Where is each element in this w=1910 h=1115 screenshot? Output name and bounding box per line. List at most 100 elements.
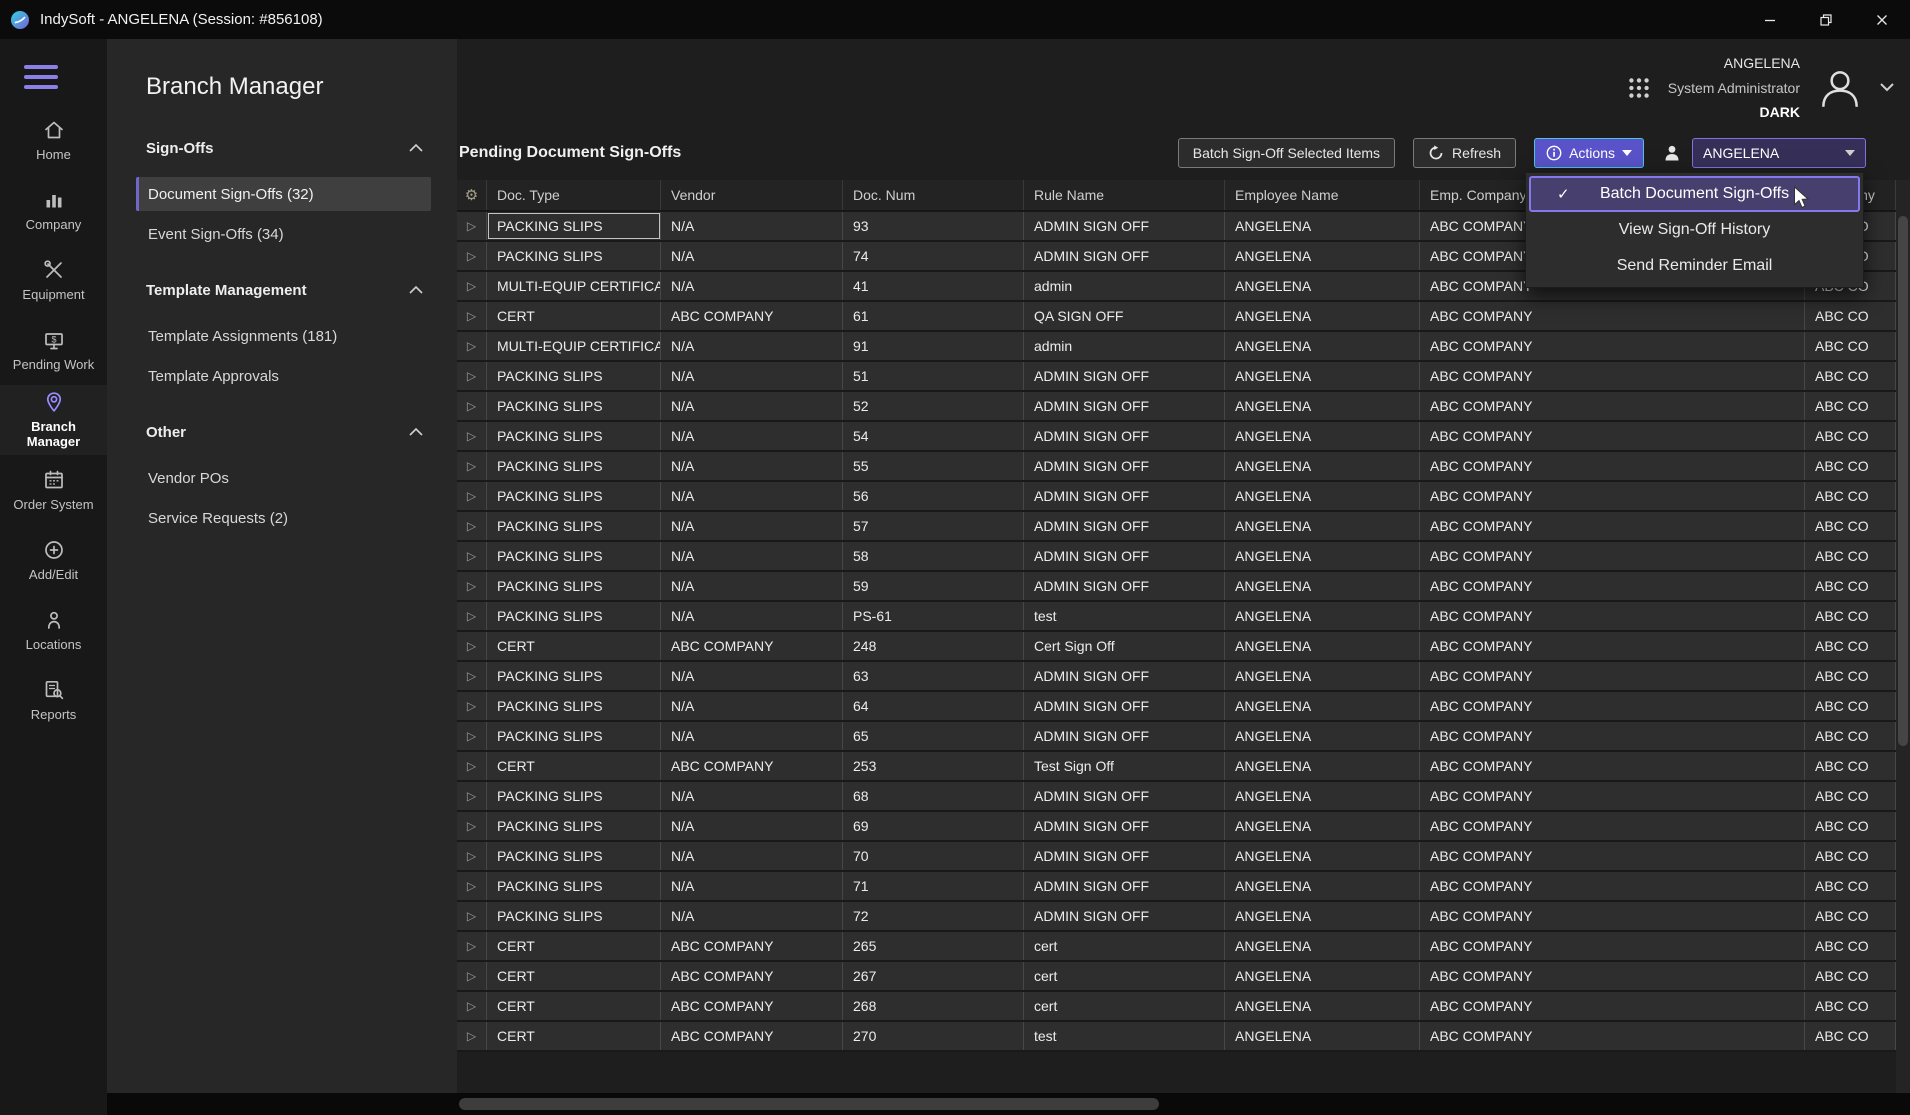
nav-item-event-sign-offs-34[interactable]: Event Sign-Offs (34) [136,217,431,251]
cell-rule-name[interactable]: ADMIN SIGN OFF [1024,722,1225,750]
cell-doc-type[interactable]: PACKING SLIPS [487,242,661,270]
cell-rule-name[interactable]: ADMIN SIGN OFF [1024,782,1225,810]
batch-signoff-button[interactable]: Batch Sign-Off Selected Items [1178,138,1395,168]
cell-doc-type[interactable]: PACKING SLIPS [487,872,661,900]
cell-doc-num[interactable]: 68 [843,782,1024,810]
cell-doc-num[interactable]: 74 [843,242,1024,270]
sidebar-item-reports[interactable]: Reports [0,665,107,735]
restore-button[interactable] [1798,0,1854,39]
cell-vendor[interactable]: N/A [661,392,843,420]
table-row[interactable]: ▷PACKING SLIPSN/A56ADMIN SIGN OFFANGELEN… [457,482,1896,512]
cell-doc-num[interactable]: 58 [843,542,1024,570]
cell-rule-name[interactable]: Test Sign Off [1024,752,1225,780]
cell-vendor[interactable]: N/A [661,602,843,630]
cell-company[interactable]: ABC CO [1805,962,1896,990]
cell-company[interactable]: ABC CO [1805,752,1896,780]
expand-row-icon[interactable]: ▷ [457,872,487,900]
cell-emp-company[interactable]: ABC COMPANY [1420,842,1805,870]
cell-vendor[interactable]: N/A [661,422,843,450]
expand-row-icon[interactable]: ▷ [457,842,487,870]
cell-vendor[interactable]: N/A [661,332,843,360]
column-header-doc-type[interactable]: Doc. Type [487,180,661,210]
cell-employee-name[interactable]: ANGELENA [1225,962,1420,990]
expand-row-icon[interactable]: ▷ [457,812,487,840]
cell-emp-company[interactable]: ABC COMPANY [1420,452,1805,480]
cell-doc-num[interactable]: 64 [843,692,1024,720]
cell-emp-company[interactable]: ABC COMPANY [1420,542,1805,570]
sidebar-item-order-system[interactable]: Order System [0,455,107,525]
cell-doc-type[interactable]: PACKING SLIPS [487,362,661,390]
nav-section-header-sign-offs[interactable]: Sign-Offs [107,135,457,161]
cell-company[interactable]: ABC CO [1805,692,1896,720]
cell-emp-company[interactable]: ABC COMPANY [1420,752,1805,780]
cell-rule-name[interactable]: ADMIN SIGN OFF [1024,812,1225,840]
cell-employee-name[interactable]: ANGELENA [1225,1022,1420,1050]
cell-doc-type[interactable]: PACKING SLIPS [487,512,661,540]
cell-rule-name[interactable]: ADMIN SIGN OFF [1024,572,1225,600]
cell-doc-type[interactable]: PACKING SLIPS [487,542,661,570]
cell-rule-name[interactable]: cert [1024,932,1225,960]
cell-company[interactable]: ABC CO [1805,902,1896,930]
cell-doc-num[interactable]: 72 [843,902,1024,930]
cell-vendor[interactable]: ABC COMPANY [661,962,843,990]
cell-doc-num[interactable]: 52 [843,392,1024,420]
cell-employee-name[interactable]: ANGELENA [1225,602,1420,630]
table-row[interactable]: ▷PACKING SLIPSN/A65ADMIN SIGN OFFANGELEN… [457,722,1896,752]
table-row[interactable]: ▷CERTABC COMPANY248Cert Sign OffANGELENA… [457,632,1896,662]
cell-employee-name[interactable]: ANGELENA [1225,722,1420,750]
cell-employee-name[interactable]: ANGELENA [1225,392,1420,420]
cell-vendor[interactable]: ABC COMPANY [661,1022,843,1050]
apps-grid-icon[interactable] [1626,75,1652,101]
cell-emp-company[interactable]: ABC COMPANY [1420,902,1805,930]
horizontal-scrollbar[interactable] [107,1093,1910,1115]
cell-rule-name[interactable]: ADMIN SIGN OFF [1024,662,1225,690]
cell-rule-name[interactable]: ADMIN SIGN OFF [1024,842,1225,870]
cell-employee-name[interactable]: ANGELENA [1225,542,1420,570]
actions-button[interactable]: Actions [1534,138,1644,168]
cell-emp-company[interactable]: ABC COMPANY [1420,392,1805,420]
expand-row-icon[interactable]: ▷ [457,332,487,360]
minimize-button[interactable] [1742,0,1798,39]
chevron-up-icon[interactable] [409,428,423,436]
cell-doc-num[interactable]: 265 [843,932,1024,960]
cell-employee-name[interactable]: ANGELENA [1225,332,1420,360]
cell-employee-name[interactable]: ANGELENA [1225,812,1420,840]
table-row[interactable]: ▷CERTABC COMPANY265certANGELENAABC COMPA… [457,932,1896,962]
expand-row-icon[interactable]: ▷ [457,722,487,750]
expand-row-icon[interactable]: ▷ [457,212,487,240]
expand-row-icon[interactable]: ▷ [457,422,487,450]
cell-doc-type[interactable]: PACKING SLIPS [487,392,661,420]
cell-doc-type[interactable]: MULTI-EQUIP CERTIFICA [487,272,661,300]
cell-company[interactable]: ABC CO [1805,362,1896,390]
cell-company[interactable]: ABC CO [1805,572,1896,600]
cell-rule-name[interactable]: ADMIN SIGN OFF [1024,242,1225,270]
table-row[interactable]: ▷PACKING SLIPSN/A54ADMIN SIGN OFFANGELEN… [457,422,1896,452]
cell-emp-company[interactable]: ABC COMPANY [1420,482,1805,510]
cell-rule-name[interactable]: ADMIN SIGN OFF [1024,692,1225,720]
cell-emp-company[interactable]: ABC COMPANY [1420,992,1805,1020]
table-row[interactable]: ▷PACKING SLIPSN/A63ADMIN SIGN OFFANGELEN… [457,662,1896,692]
table-row[interactable]: ▷CERTABC COMPANY268certANGELENAABC COMPA… [457,992,1896,1022]
column-header-doc-num[interactable]: Doc. Num [843,180,1024,210]
cell-doc-type[interactable]: CERT [487,632,661,660]
sidebar-item-home[interactable]: Home [0,105,107,175]
table-row[interactable]: ▷MULTI-EQUIP CERTIFICAN/A91adminANGELENA… [457,332,1896,362]
cell-vendor[interactable]: N/A [661,452,843,480]
cell-doc-num[interactable]: 41 [843,272,1024,300]
cell-rule-name[interactable]: cert [1024,992,1225,1020]
cell-employee-name[interactable]: ANGELENA [1225,512,1420,540]
cell-emp-company[interactable]: ABC COMPANY [1420,872,1805,900]
cell-emp-company[interactable]: ABC COMPANY [1420,932,1805,960]
expand-row-icon[interactable]: ▷ [457,1022,487,1050]
chevron-down-icon[interactable] [1880,83,1894,92]
column-header-rule-name[interactable]: Rule Name [1024,180,1225,210]
cell-vendor[interactable]: N/A [661,242,843,270]
cell-vendor[interactable]: N/A [661,692,843,720]
nav-item-template-approvals[interactable]: Template Approvals [136,359,431,393]
expand-row-icon[interactable]: ▷ [457,992,487,1020]
cell-doc-type[interactable]: PACKING SLIPS [487,812,661,840]
cell-doc-num[interactable]: 55 [843,452,1024,480]
cell-emp-company[interactable]: ABC COMPANY [1420,302,1805,330]
cell-emp-company[interactable]: ABC COMPANY [1420,662,1805,690]
column-chooser-gear-icon[interactable]: ⚙ [457,180,487,210]
